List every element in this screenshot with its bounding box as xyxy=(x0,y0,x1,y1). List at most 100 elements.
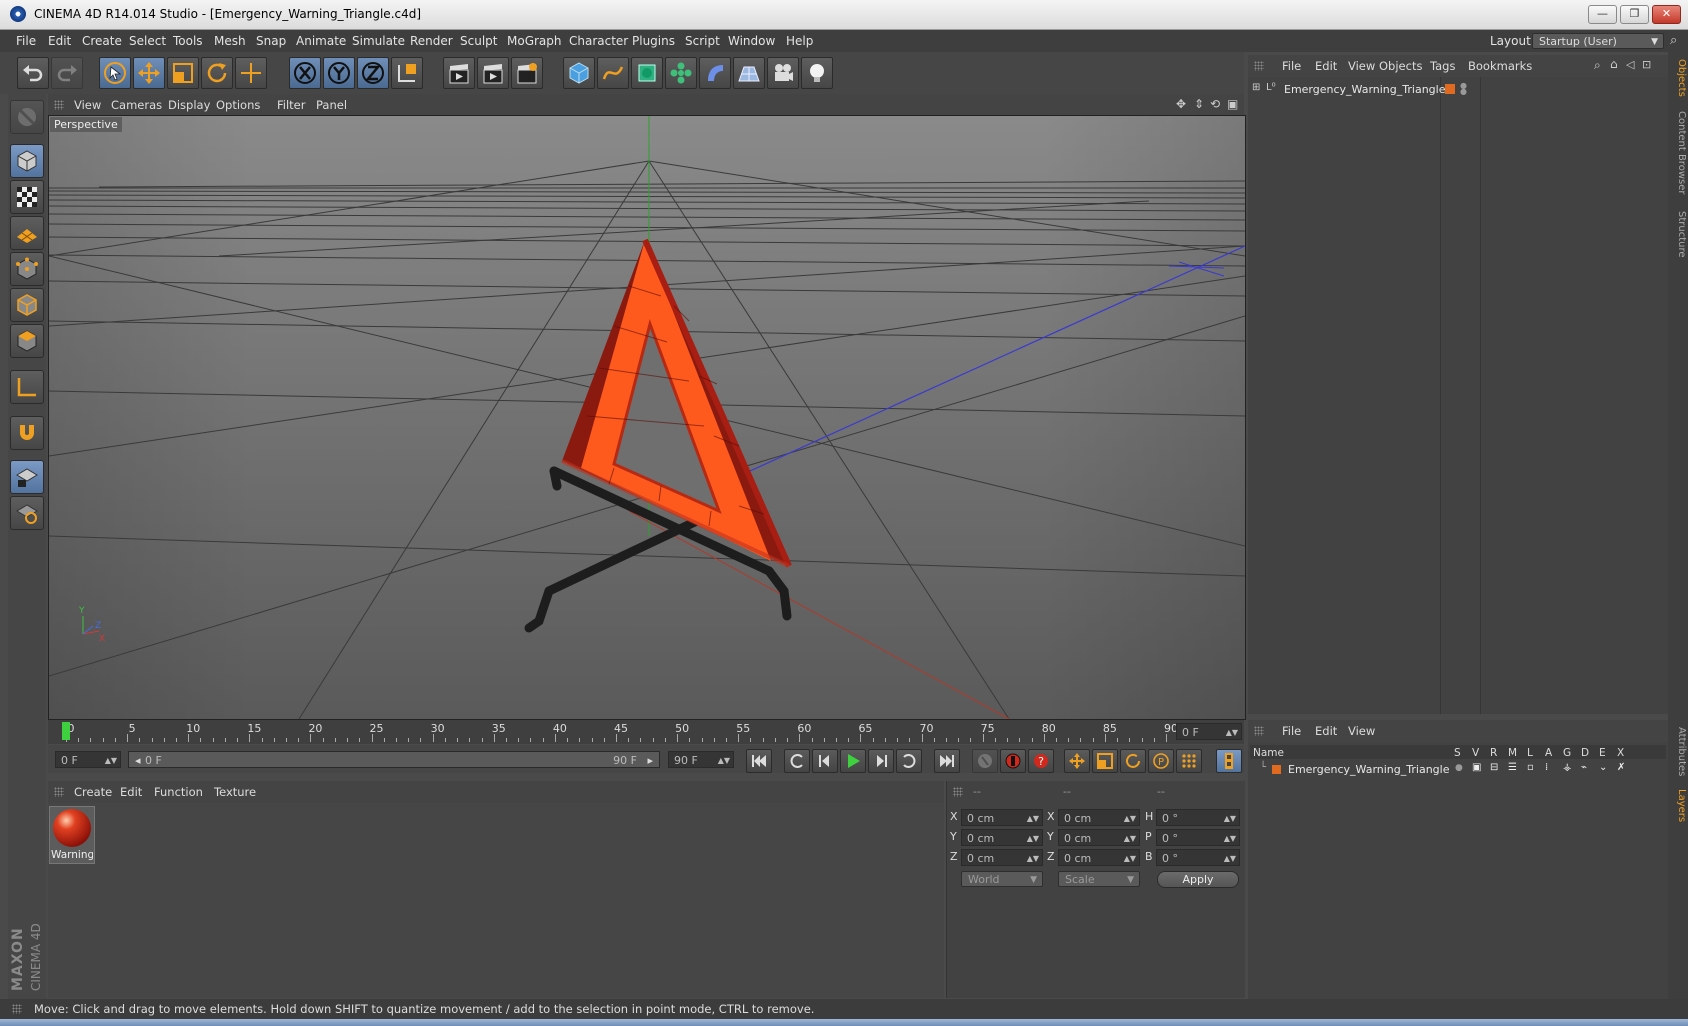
last-tool-button[interactable] xyxy=(235,57,267,89)
workplane-mode-button[interactable] xyxy=(10,216,44,250)
object-menu-view[interactable]: View xyxy=(1348,59,1375,73)
frame-range-slider[interactable]: ◂ 0 F 90 F ▸ xyxy=(128,751,660,768)
live-selection-button[interactable] xyxy=(99,57,131,89)
layer-solo-icon[interactable]: ● xyxy=(1455,763,1463,773)
redo-button[interactable] xyxy=(51,57,83,89)
start-frame-field[interactable]: 0 F ▲▼ xyxy=(55,751,121,768)
viewport-menu-filter[interactable]: Filter xyxy=(277,98,305,112)
column-view[interactable]: V xyxy=(1472,747,1479,759)
column-expressions[interactable]: E xyxy=(1599,747,1606,759)
object-menu-edit[interactable]: Edit xyxy=(1315,59,1337,73)
coord-pos-x-field[interactable]: 0 cm ▲▼ xyxy=(961,809,1043,826)
coordinate-mode-dropdown[interactable]: World ▼ xyxy=(961,871,1043,887)
layer-color-swatch[interactable] xyxy=(1272,765,1281,774)
model-mode-button[interactable] xyxy=(10,144,44,178)
tab-structure[interactable]: Structure xyxy=(1669,206,1687,262)
column-generators[interactable]: G xyxy=(1563,747,1571,759)
coord-pos-z-field[interactable]: 0 cm ▲▼ xyxy=(961,849,1043,866)
next-frame-button[interactable] xyxy=(868,749,894,773)
keyframe-selection-button[interactable]: ? xyxy=(1028,749,1054,773)
undo-button[interactable] xyxy=(17,57,49,89)
next-key-button[interactable] xyxy=(896,749,922,773)
viewport-menu-display[interactable]: Display xyxy=(168,98,210,112)
menu-mograph[interactable]: MoGraph xyxy=(507,34,562,48)
polygons-mode-button[interactable] xyxy=(10,324,44,358)
tab-layers[interactable]: Layers xyxy=(1669,786,1687,826)
tab-content-browser[interactable]: Content Browser xyxy=(1669,108,1687,198)
menu-mesh[interactable]: Mesh xyxy=(214,34,246,48)
restore-button[interactable]: ❐ xyxy=(1620,5,1649,24)
key-point-level-button[interactable] xyxy=(1176,749,1202,773)
layer-view-icon[interactable]: ▣ xyxy=(1472,762,1481,773)
key-rotation-button[interactable] xyxy=(1120,749,1146,773)
home-icon[interactable]: ⌂ xyxy=(1610,57,1618,71)
texture-mode-button[interactable] xyxy=(10,180,44,214)
viewport-maximize-icon[interactable]: ▣ xyxy=(1227,97,1238,111)
layer-manager-icon[interactable]: ☰ xyxy=(1508,762,1517,773)
move-tool-button[interactable] xyxy=(133,57,165,89)
layer-deformer-icon[interactable]: ⌁ xyxy=(1581,762,1587,773)
column-solo[interactable]: S xyxy=(1454,747,1461,759)
object-row-emergency-warning-triangle[interactable]: ⊞ L⁰ Emergency_Warning_Triangle xyxy=(1250,82,1445,98)
material-menu-create[interactable]: Create xyxy=(74,785,112,799)
coord-size-z-field[interactable]: 0 cm ▲▼ xyxy=(1058,849,1140,866)
material-menu-texture[interactable]: Texture xyxy=(214,785,256,799)
menu-render[interactable]: Render xyxy=(410,34,453,48)
menu-animate[interactable]: Animate xyxy=(296,34,346,48)
coord-rot-b-field[interactable]: 0 ° ▲▼ xyxy=(1156,849,1240,866)
column-manager[interactable]: M xyxy=(1508,747,1517,759)
layer-animation-icon[interactable]: ⁞ xyxy=(1545,762,1548,773)
apply-button[interactable]: Apply xyxy=(1157,871,1239,888)
scale-tool-button[interactable] xyxy=(167,57,199,89)
coord-size-y-field[interactable]: 0 cm ▲▼ xyxy=(1058,829,1140,846)
points-mode-button[interactable] xyxy=(10,252,44,286)
material-menu-edit[interactable]: Edit xyxy=(120,785,142,799)
layer-menu-view[interactable]: View xyxy=(1348,724,1375,738)
add-array-button[interactable] xyxy=(665,57,697,89)
add-light-button[interactable] xyxy=(801,57,833,89)
expand-toggle-icon[interactable]: ⊞ xyxy=(1252,82,1260,93)
column-animation[interactable]: A xyxy=(1545,747,1552,759)
key-scale-button[interactable] xyxy=(1092,749,1118,773)
menu-select[interactable]: Select xyxy=(129,34,166,48)
add-camera-button[interactable] xyxy=(767,57,799,89)
end-frame-field[interactable]: 90 F ▲▼ xyxy=(668,751,734,768)
coordinate-system-button[interactable] xyxy=(391,57,423,89)
play-button[interactable] xyxy=(840,749,866,773)
go-to-start-button[interactable] xyxy=(746,749,772,773)
coord-size-x-field[interactable]: 0 cm ▲▼ xyxy=(1058,809,1140,826)
layer-row-emergency-warning-triangle[interactable]: └ Emergency_Warning_Triangle xyxy=(1250,762,1450,777)
column-name[interactable]: Name xyxy=(1253,747,1284,759)
column-xref[interactable]: X xyxy=(1617,747,1624,759)
x-axis-lock-button[interactable] xyxy=(289,57,321,89)
material-menu-function[interactable]: Function xyxy=(154,785,203,799)
viewport-menu-cameras[interactable]: Cameras xyxy=(111,98,162,112)
size-mode-dropdown[interactable]: Scale ▼ xyxy=(1058,871,1140,887)
timeline-window-button[interactable] xyxy=(1216,749,1242,773)
object-menu-tags[interactable]: Tags xyxy=(1430,59,1455,73)
layer-render-icon[interactable]: ⊟ xyxy=(1490,762,1498,773)
layer-lock-icon[interactable]: ▫ xyxy=(1527,762,1534,773)
column-locked[interactable]: L xyxy=(1527,747,1533,759)
menu-snap[interactable]: Snap xyxy=(256,34,286,48)
make-editable-button[interactable] xyxy=(10,100,44,134)
add-deformer-button[interactable] xyxy=(699,57,731,89)
menu-edit[interactable]: Edit xyxy=(48,34,71,48)
viewport-pan-icon[interactable]: ✥ xyxy=(1176,97,1186,111)
tab-attributes[interactable]: Attributes xyxy=(1669,722,1687,782)
key-parameter-button[interactable]: P xyxy=(1148,749,1174,773)
viewport-zoom-icon[interactable]: ⇕ xyxy=(1194,97,1204,111)
add-cube-button[interactable] xyxy=(563,57,595,89)
column-deformers[interactable]: D xyxy=(1581,747,1589,759)
object-menu-objects[interactable]: Objects xyxy=(1379,59,1422,73)
perspective-viewport[interactable]: Y X Z xyxy=(48,115,1246,720)
edges-mode-button[interactable] xyxy=(10,288,44,322)
menu-plugins[interactable]: Plugins xyxy=(632,34,675,48)
menu-sculpt[interactable]: Sculpt xyxy=(460,34,497,48)
layer-color-tag[interactable] xyxy=(1445,84,1455,94)
back-icon[interactable]: ◁ xyxy=(1626,58,1634,71)
object-menu-file[interactable]: File xyxy=(1282,59,1301,73)
autokeying-button[interactable] xyxy=(1000,749,1026,773)
viewport-rotate-icon[interactable]: ⟲ xyxy=(1210,97,1220,111)
add-nurbs-button[interactable] xyxy=(631,57,663,89)
